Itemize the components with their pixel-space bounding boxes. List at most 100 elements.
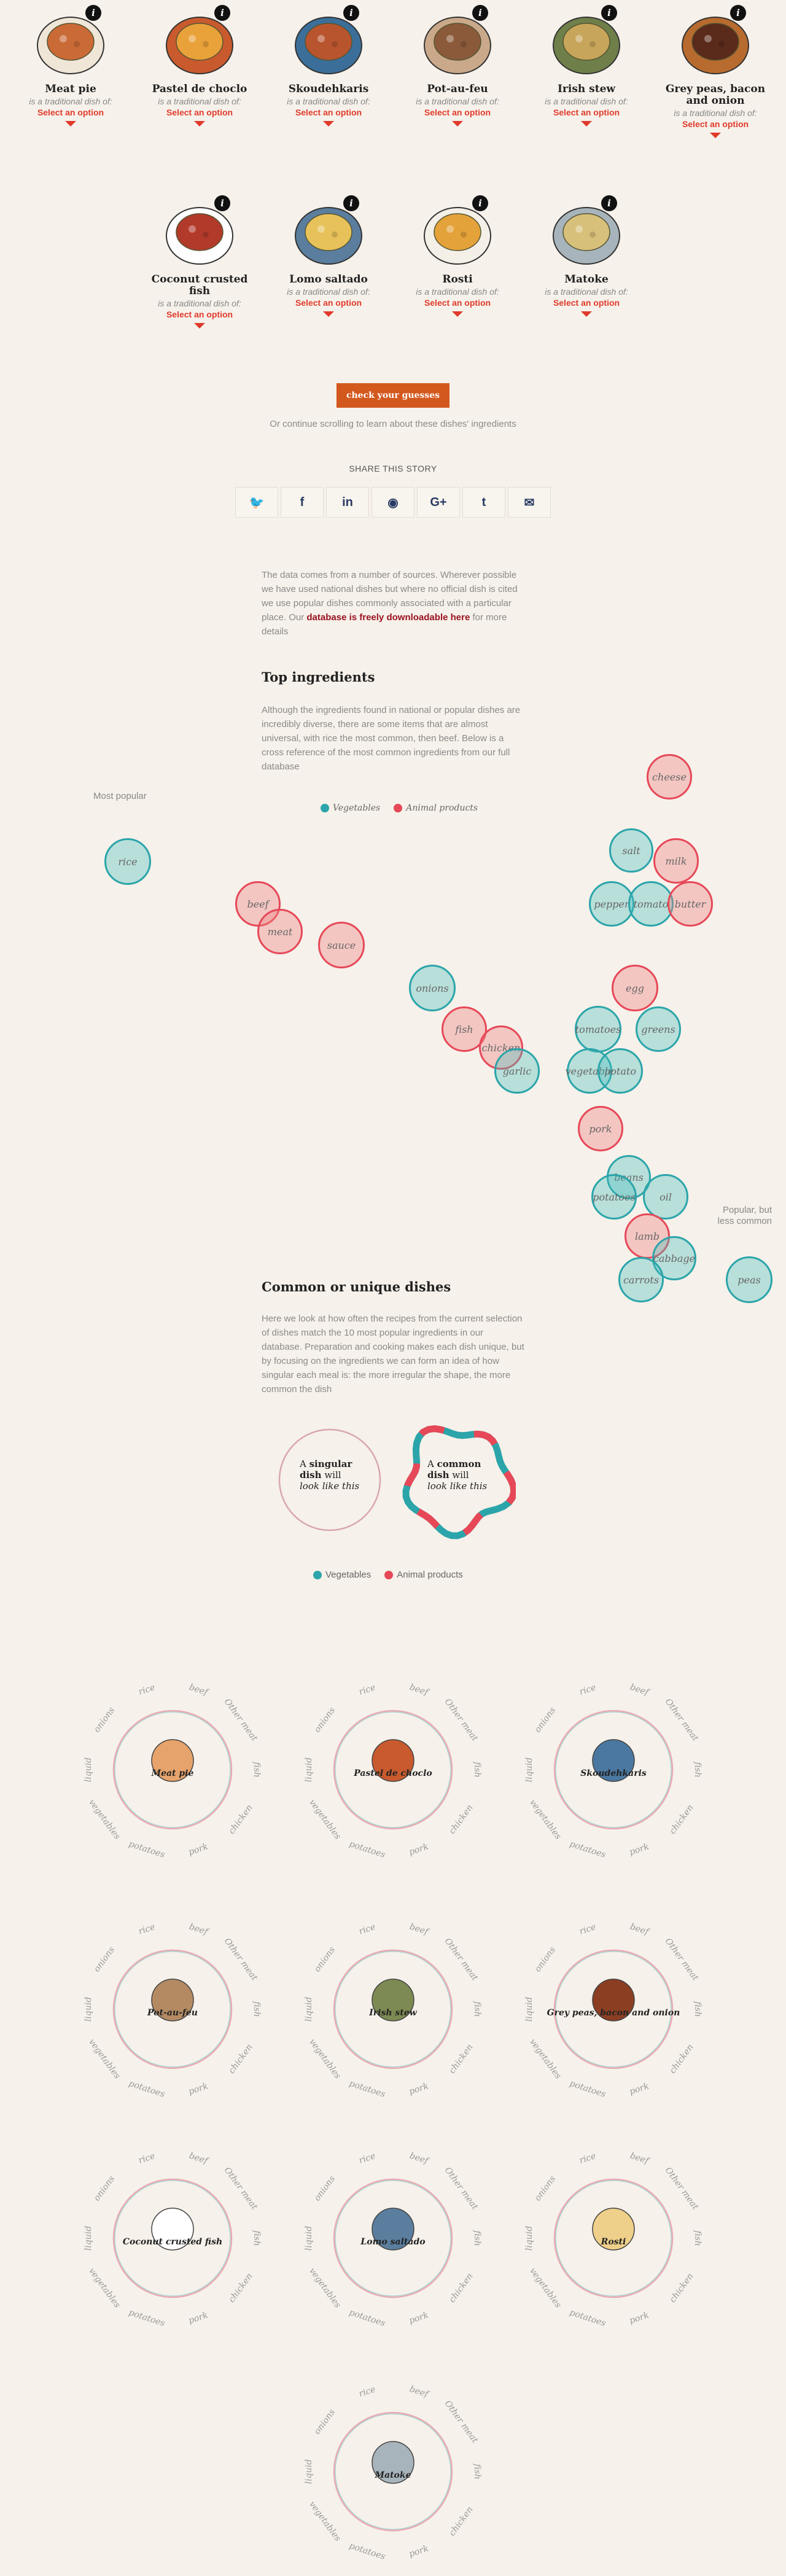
info-icon[interactable]: i <box>214 195 230 211</box>
reddit-icon[interactable]: ◉ <box>372 487 414 518</box>
radial-axis-label: liquid <box>84 1996 93 2022</box>
dish-illustration: i <box>550 195 623 269</box>
dish-name: Lomo saltado <box>289 273 368 286</box>
radial-dish-name: Irish stew <box>369 2008 417 2018</box>
dish-illustration: i <box>292 5 365 79</box>
less-common-label: Popular, but less common <box>717 1205 772 1226</box>
dish-illustration: i <box>163 5 236 79</box>
ingredient-bubble: butter <box>667 881 713 927</box>
ingredient-bubble: pork <box>578 1106 623 1151</box>
check-guesses-button[interactable]: check your guesses <box>337 383 449 408</box>
radial-axis-label: liquid <box>84 2225 93 2251</box>
facebook-icon[interactable]: f <box>281 487 324 518</box>
radial-dish-name: Skoudehkaris <box>580 1769 647 1778</box>
radial-axis-label: liquid <box>304 2459 314 2485</box>
bubble-legend: Vegetables Animal products <box>321 803 478 813</box>
radial-axis-label: liquid <box>524 2225 534 2251</box>
select-country-dropdown[interactable]: Select an option <box>531 298 642 308</box>
ingredient-bubble: carrots <box>618 1257 664 1302</box>
select-country-dropdown[interactable]: Select an option <box>273 298 384 308</box>
dish-card: i Matoke is a traditional dish of: Select a… <box>531 195 642 317</box>
twitter-icon[interactable]: 🐦 <box>235 487 278 518</box>
dish-illustration: i <box>163 195 236 269</box>
ingredient-bubble: egg <box>612 965 658 1011</box>
radial-dish-name: Coconut crusted fish <box>122 2237 223 2247</box>
chevron-down-icon[interactable] <box>194 121 205 126</box>
info-icon[interactable]: i <box>730 5 746 21</box>
info-icon[interactable]: i <box>601 5 617 21</box>
chevron-down-icon[interactable] <box>323 121 334 126</box>
radial-dish-name: Pot-au-feu <box>147 2008 198 2018</box>
ingredient-bubble: tomato <box>628 881 674 927</box>
select-country-dropdown[interactable]: Select an option <box>402 298 513 308</box>
info-icon[interactable]: i <box>85 5 101 21</box>
share-bar: 🐦 f in ◉ G+ t ✉ <box>235 487 553 518</box>
dish-subtitle: is a traditional dish of: <box>287 287 370 297</box>
dish-subtitle: is a traditional dish of: <box>674 108 757 118</box>
radial-dish-name: Matoke <box>375 2470 411 2480</box>
dish-subtitle: is a traditional dish of: <box>545 96 628 106</box>
chevron-down-icon[interactable] <box>581 121 592 126</box>
radial-axis-label: liquid <box>304 1757 314 1783</box>
chevron-down-icon[interactable] <box>65 121 76 126</box>
ingredient-bubble: salt <box>609 828 653 873</box>
dish-card: i Coconut crusted fish is a traditional di… <box>144 195 255 329</box>
shape-legend: Vegetables Animal products <box>313 1570 463 1580</box>
dish-card: i Meat pie is a traditional dish of: Select… <box>15 5 126 126</box>
common-dish-caption: A common dish will look like this <box>427 1458 488 1492</box>
info-icon[interactable]: i <box>343 195 359 211</box>
animal-swatch <box>394 804 403 812</box>
dish-name: Rosti <box>442 273 473 286</box>
dish-name: Grey peas, bacon and onion <box>665 83 766 107</box>
dish-illustration: i <box>34 5 107 79</box>
info-icon[interactable]: i <box>472 5 488 21</box>
select-country-dropdown[interactable]: Select an option <box>273 107 384 117</box>
radial-axis-label: fish <box>693 2230 702 2246</box>
select-country-dropdown[interactable]: Select an option <box>144 107 255 117</box>
info-icon[interactable]: i <box>343 5 359 21</box>
dish-name: Pastel de choclo <box>152 83 247 95</box>
legend-veg-label-2: Vegetables <box>325 1570 372 1580</box>
tumblr-icon[interactable]: t <box>462 487 505 518</box>
dish-card: i Rosti is a traditional dish of: Select an… <box>402 195 513 317</box>
chevron-down-icon[interactable] <box>323 311 334 317</box>
dish-name: Coconut crusted fish <box>151 273 248 297</box>
radial-axis-label: fish <box>693 1762 702 1778</box>
chevron-down-icon[interactable] <box>194 323 205 329</box>
chevron-down-icon[interactable] <box>710 133 721 138</box>
dish-card: i Irish stew is a traditional dish of: Sele… <box>531 5 642 126</box>
common-unique-text: Here we look at how often the recipes fr… <box>262 1313 524 1395</box>
select-country-dropdown[interactable]: Select an option <box>15 107 126 117</box>
dish-subtitle: is a traditional dish of: <box>416 96 499 106</box>
linkedin-icon[interactable]: in <box>326 487 369 518</box>
ingredient-bubble: tomatoes <box>575 1006 621 1053</box>
select-country-dropdown[interactable]: Select an option <box>144 309 255 319</box>
ingredient-bubble: greens <box>636 1006 681 1052</box>
radial-dish-name: Meat pie <box>151 1769 194 1778</box>
chevron-down-icon[interactable] <box>581 311 592 317</box>
legend-animal-label: Animal products <box>406 803 478 813</box>
dish-subtitle: is a traditional dish of: <box>158 96 241 106</box>
info-icon[interactable]: i <box>601 195 617 211</box>
vegetables-swatch-2 <box>313 1570 322 1579</box>
google-plus-icon[interactable]: G+ <box>417 487 460 518</box>
radial-axis-label: fish <box>252 1762 262 1778</box>
dish-name: Irish stew <box>557 83 616 95</box>
radial-axis-label: fish <box>472 2001 482 2017</box>
chevron-down-icon[interactable] <box>452 121 463 126</box>
database-link[interactable]: database is freely downloadable here <box>306 612 470 623</box>
sources-paragraph: The data comes from a number of sources.… <box>262 570 518 637</box>
select-country-dropdown[interactable]: Select an option <box>660 119 771 129</box>
info-icon[interactable]: i <box>472 195 488 211</box>
continue-text: Or continue scrolling to learn about the… <box>270 419 516 429</box>
info-icon[interactable]: i <box>214 5 230 21</box>
dish-name: Pot-au-feu <box>427 83 488 95</box>
radial-axis-label: fish <box>252 2001 262 2017</box>
ingredient-bubble: onions <box>409 965 456 1011</box>
chevron-down-icon[interactable] <box>452 311 463 317</box>
email-icon[interactable]: ✉ <box>508 487 551 518</box>
select-country-dropdown[interactable]: Select an option <box>531 107 642 117</box>
singular-dish-caption: A singular dish will look like this <box>300 1458 360 1492</box>
radial-axis-label: liquid <box>304 2225 314 2251</box>
select-country-dropdown[interactable]: Select an option <box>402 107 513 117</box>
